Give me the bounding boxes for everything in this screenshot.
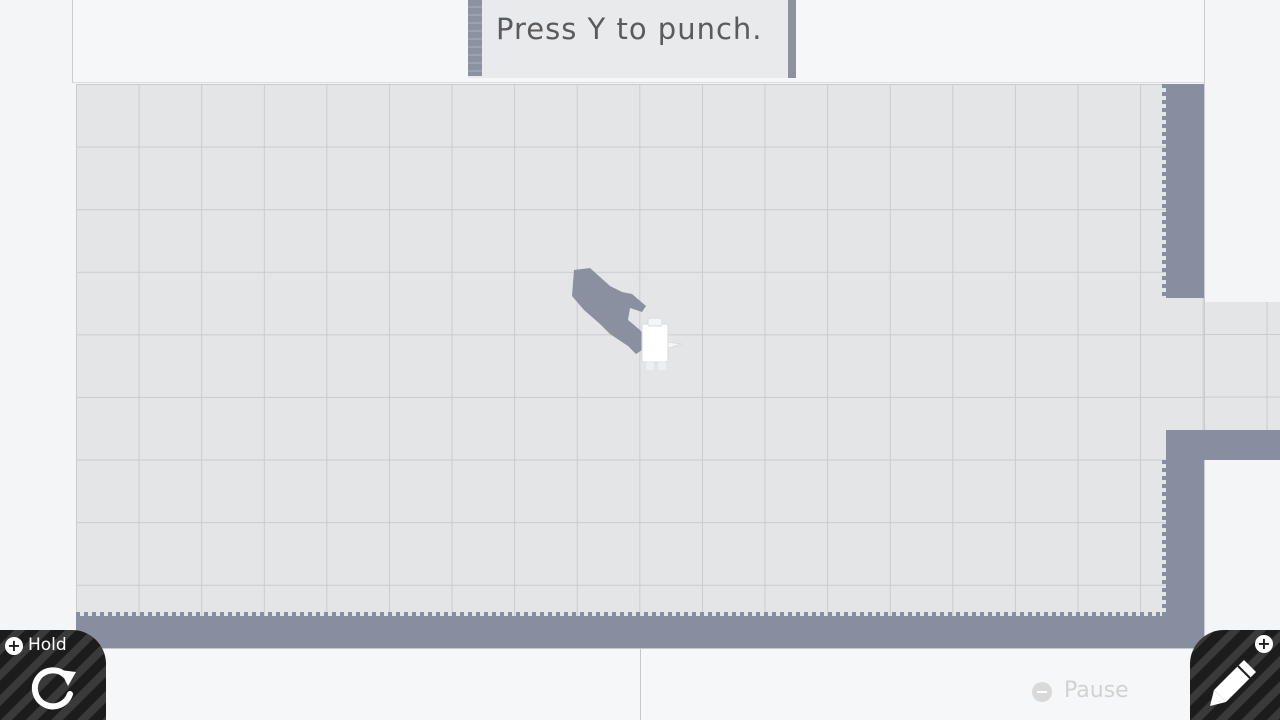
shadow-edge-right — [1162, 84, 1168, 298]
hold-label: Hold — [28, 635, 67, 655]
wall-seam — [640, 648, 641, 720]
pause-label: Pause — [1064, 678, 1129, 703]
corridor-shadow — [1166, 430, 1280, 460]
pencil-icon[interactable] — [1206, 654, 1262, 710]
minus-icon — [1032, 682, 1052, 702]
bottom-wall-shadow — [76, 616, 1204, 648]
tutorial-message: Press Y to punch. — [496, 12, 763, 46]
right-wall-upper — [1204, 0, 1280, 302]
right-wall-shadow-lower — [1166, 430, 1204, 648]
left-wall — [0, 0, 76, 720]
shadow-edge-bottom — [76, 612, 1168, 618]
game-viewport: Press Y to punch. + Hold + Pause — [0, 0, 1280, 720]
message-panel-edge — [468, 0, 482, 76]
plus-icon: + — [1255, 635, 1273, 653]
rotate-icon[interactable] — [26, 664, 80, 714]
pause-button[interactable]: Pause — [1030, 676, 1150, 708]
player-character[interactable] — [638, 316, 686, 376]
shadow-edge-right-lower — [1162, 460, 1168, 616]
right-wall-shadow-upper — [1166, 84, 1204, 298]
plus-icon: + — [5, 637, 23, 655]
